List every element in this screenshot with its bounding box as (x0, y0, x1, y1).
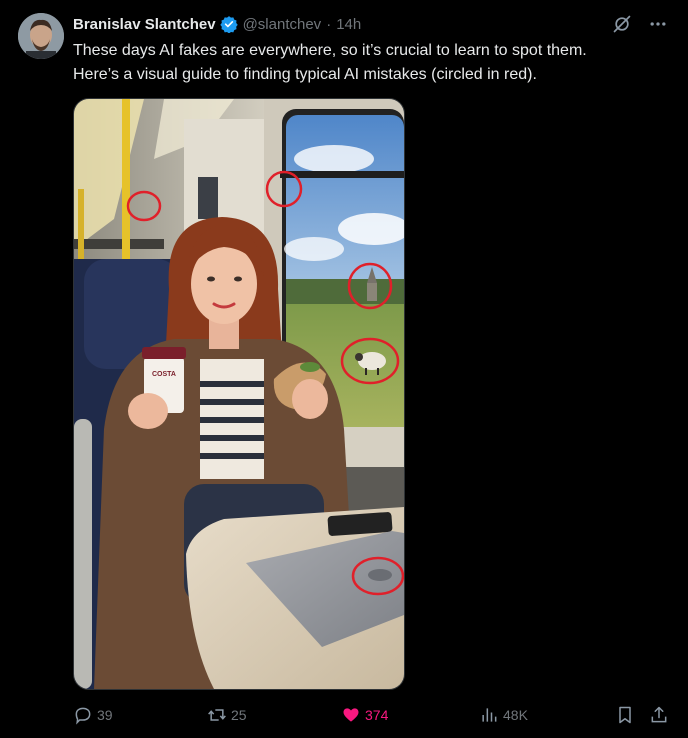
grok-icon[interactable] (610, 12, 634, 36)
views-count: 48K (503, 707, 528, 723)
avatar-image (18, 13, 64, 59)
share-button[interactable] (649, 703, 669, 727)
cup-logo-text: COSTA (152, 371, 176, 378)
like-count: 374 (365, 707, 389, 723)
top-actions (610, 12, 670, 36)
tweet-time[interactable]: 14h (336, 16, 361, 33)
share-icon (651, 706, 667, 723)
repost-icon (208, 709, 226, 721)
repost-count: 25 (231, 707, 247, 723)
tweet-text-line: Here’s a visual guide to finding typical… (73, 66, 537, 83)
tweet-text-line: These days AI fakes are everywhere, so i… (73, 42, 587, 59)
action-bar: 39 25 374 48K (73, 703, 673, 727)
avatar[interactable] (18, 13, 64, 59)
tweet-header: Branislav Slantchev @slantchev · 14h (73, 13, 361, 35)
heart-icon (343, 708, 359, 722)
repost-button[interactable]: 25 (207, 703, 247, 727)
tweet-image[interactable]: COSTA (73, 98, 405, 690)
author-display-name[interactable]: Branislav Slantchev (73, 16, 216, 33)
more-icon[interactable] (646, 12, 670, 36)
author-handle[interactable]: @slantchev (243, 16, 322, 33)
reply-count: 39 (97, 707, 113, 723)
like-button[interactable]: 374 (341, 703, 388, 727)
verified-badge-icon (219, 15, 238, 34)
tweet-text: These days AI fakes are everywhere, so i… (73, 39, 663, 87)
bookmark-button[interactable] (615, 703, 635, 727)
views-button[interactable]: 48K (479, 703, 528, 727)
reply-icon (75, 707, 91, 725)
bookmark-icon (619, 706, 631, 724)
separator-dot: · (326, 15, 332, 33)
views-icon (482, 708, 497, 722)
reply-button[interactable]: 39 (73, 703, 113, 727)
